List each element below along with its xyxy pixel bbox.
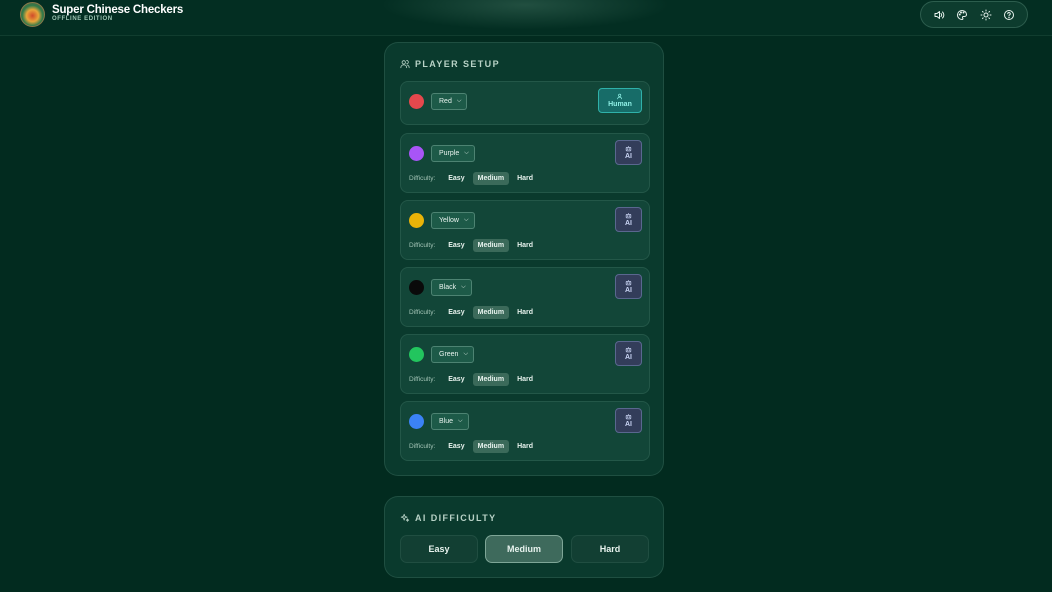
player-difficulty-row: Difficulty: Easy Medium Hard	[409, 371, 538, 387]
player-type-button-human[interactable]: Human	[598, 88, 642, 113]
color-select-black[interactable]: Black ⌵	[431, 279, 472, 296]
player-type-label: Human	[608, 101, 632, 108]
difficulty-easy-button[interactable]: Easy	[443, 373, 469, 386]
difficulty-medium-button[interactable]: Medium	[472, 238, 510, 252]
header-toolbar	[920, 1, 1028, 28]
difficulty-medium-button[interactable]: Medium	[472, 372, 510, 386]
robot-icon	[625, 414, 632, 420]
player-setup-panel: PLAYER SETUP Red ⌵ Human Purple ⌵ AI Dif…	[384, 42, 664, 476]
player-type-label: AI	[625, 153, 632, 160]
difficulty-medium-button[interactable]: Medium	[472, 439, 510, 453]
player-color-dot	[409, 280, 424, 295]
user-icon	[616, 93, 622, 100]
difficulty-easy-button[interactable]: Easy	[443, 306, 469, 319]
ai-difficulty-title: AI DIFFICULTY	[415, 513, 497, 523]
color-select-green[interactable]: Green ⌵	[431, 346, 475, 363]
player-type-label: AI	[625, 287, 632, 294]
difficulty-hard-button[interactable]: Hard	[512, 440, 538, 453]
robot-icon	[625, 213, 632, 219]
theme-palette-button[interactable]	[953, 6, 971, 24]
player-type-label: AI	[625, 220, 632, 227]
help-button[interactable]	[1000, 6, 1018, 24]
app-logo	[20, 2, 45, 27]
player-card-black: Black ⌵ AI Difficulty: Easy Medium Hard	[400, 267, 650, 327]
player-card-yellow: Yellow ⌵ AI Difficulty: Easy Medium Hard	[400, 200, 650, 260]
sun-icon	[980, 9, 992, 20]
robot-icon	[625, 347, 632, 353]
app-title: Super Chinese Checkers	[52, 4, 184, 16]
color-select-purple[interactable]: Purple ⌵	[431, 145, 475, 162]
ai-difficulty-panel: AI DIFFICULTY Easy Medium Hard	[384, 496, 664, 578]
player-setup-title: PLAYER SETUP	[415, 59, 500, 69]
app-subtitle: OFFLINE EDITION	[52, 16, 113, 22]
ai-difficulty-hard-button[interactable]: Hard	[571, 535, 649, 563]
brightness-button[interactable]	[977, 6, 995, 24]
difficulty-easy-button[interactable]: Easy	[443, 239, 469, 252]
chevron-down-icon: ⌵	[463, 217, 469, 223]
color-select-value: Purple	[439, 150, 460, 157]
color-select-value: Red	[439, 98, 452, 105]
player-color-dot	[409, 146, 424, 161]
difficulty-label: Difficulty:	[409, 308, 436, 316]
difficulty-easy-button[interactable]: Easy	[443, 440, 469, 453]
chevron-down-icon: ⌵	[464, 150, 469, 156]
difficulty-label: Difficulty:	[409, 174, 436, 182]
color-select-value: Black	[439, 284, 457, 291]
color-select-yellow[interactable]: Yellow ⌵	[431, 212, 475, 229]
player-color-dot	[409, 213, 424, 228]
player-type-label: AI	[625, 354, 632, 361]
difficulty-label: Difficulty:	[409, 375, 436, 383]
difficulty-label: Difficulty:	[409, 241, 436, 249]
difficulty-hard-button[interactable]: Hard	[512, 172, 538, 185]
difficulty-hard-button[interactable]: Hard	[512, 373, 538, 386]
player-setup-heading: PLAYER SETUP	[400, 59, 500, 69]
player-type-button-ai[interactable]: AI	[615, 274, 642, 299]
player-color-dot	[409, 94, 424, 109]
player-type-label: AI	[625, 421, 632, 428]
difficulty-hard-button[interactable]: Hard	[512, 306, 538, 319]
palette-icon	[957, 9, 968, 20]
ai-difficulty-medium-button[interactable]: Medium	[485, 535, 563, 563]
color-select-value: Yellow	[439, 217, 459, 224]
sparkles-icon	[400, 513, 410, 522]
difficulty-medium-button[interactable]: Medium	[472, 171, 510, 185]
player-type-button-ai[interactable]: AI	[615, 207, 642, 232]
player-difficulty-row: Difficulty: Easy Medium Hard	[409, 304, 538, 320]
difficulty-medium-button[interactable]: Medium	[472, 305, 510, 319]
sound-button[interactable]	[930, 6, 948, 24]
chevron-down-icon: ⌵	[458, 418, 463, 424]
app-header: Super Chinese Checkers OFFLINE EDITION	[0, 0, 1052, 36]
player-card-red: Red ⌵ Human	[400, 81, 650, 125]
color-select-red[interactable]: Red ⌵	[431, 93, 468, 110]
player-type-button-ai[interactable]: AI	[615, 140, 642, 165]
color-select-value: Blue	[439, 418, 454, 425]
chevron-down-icon: ⌵	[461, 284, 466, 290]
player-type-button-ai[interactable]: AI	[615, 408, 642, 433]
player-color-dot	[409, 414, 424, 429]
ai-difficulty-heading: AI DIFFICULTY	[400, 513, 497, 523]
difficulty-easy-button[interactable]: Easy	[443, 172, 469, 185]
help-icon	[1004, 9, 1015, 20]
player-difficulty-row: Difficulty: Easy Medium Hard	[409, 237, 538, 253]
color-select-value: Green	[439, 351, 459, 358]
chevron-down-icon: ⌵	[463, 351, 469, 357]
color-select-blue[interactable]: Blue ⌵	[431, 413, 469, 430]
player-card-green: Green ⌵ AI Difficulty: Easy Medium Hard	[400, 334, 650, 394]
header-glow	[380, 0, 670, 30]
player-color-dot	[409, 347, 424, 362]
chevron-down-icon: ⌵	[456, 98, 462, 104]
difficulty-label: Difficulty:	[409, 442, 436, 450]
player-difficulty-row: Difficulty: Easy Medium Hard	[409, 438, 538, 454]
ai-difficulty-easy-button[interactable]: Easy	[400, 535, 478, 563]
player-type-button-ai[interactable]: AI	[615, 341, 642, 366]
speaker-icon	[934, 10, 945, 19]
player-difficulty-row: Difficulty: Easy Medium Hard	[409, 170, 538, 186]
player-card-purple: Purple ⌵ AI Difficulty: Easy Medium Hard	[400, 133, 650, 193]
player-card-blue: Blue ⌵ AI Difficulty: Easy Medium Hard	[400, 401, 650, 461]
robot-icon	[625, 280, 632, 286]
robot-icon	[625, 146, 632, 152]
users-icon	[400, 60, 410, 69]
difficulty-hard-button[interactable]: Hard	[512, 239, 538, 252]
